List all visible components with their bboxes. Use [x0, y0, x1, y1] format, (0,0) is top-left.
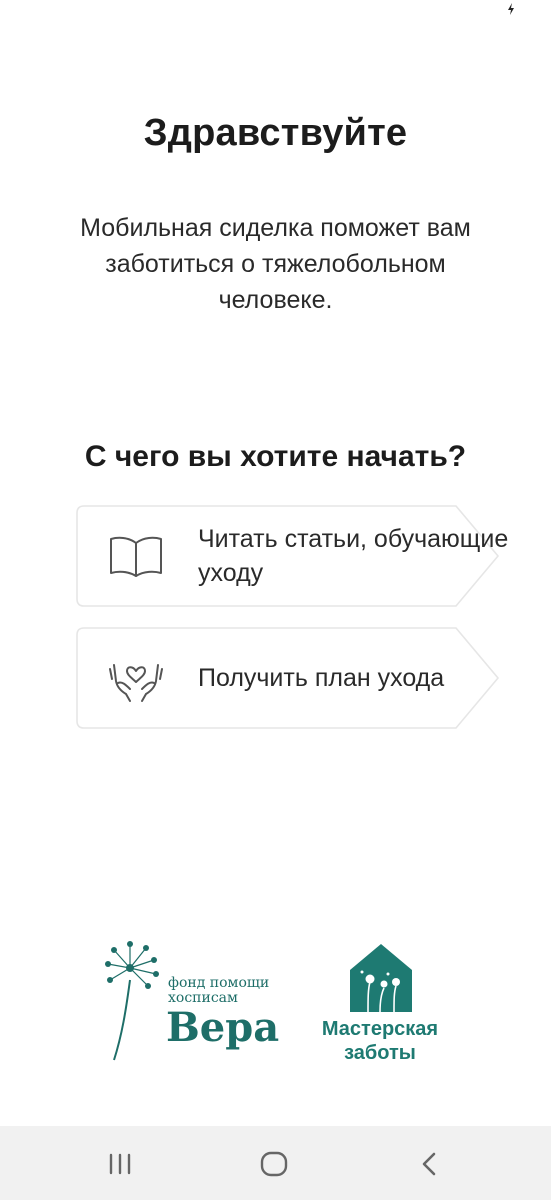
page-title: Здравствуйте [143, 112, 408, 154]
house-icon [350, 944, 412, 1012]
back-icon[interactable] [414, 1148, 446, 1180]
master-zaboty-logo: Мастерская заботы [306, 944, 454, 1069]
charging-icon [508, 3, 514, 15]
intro-text: Мобильная сиделка поможет вам заботиться… [80, 214, 471, 314]
vera-logo: фонд помощи хосписам Вера [100, 940, 290, 1065]
home-icon[interactable] [258, 1148, 290, 1180]
master-line2: заботы [344, 1042, 416, 1064]
read-articles-label: Читать статьи, обучающие уходу [198, 525, 509, 587]
start-question: С чего вы хотите начать? [84, 440, 467, 473]
vera-fund-text: фонд помощи [168, 975, 270, 991]
recent-apps-icon[interactable] [104, 1148, 136, 1180]
vera-name: Вера [166, 1004, 280, 1051]
partner-logos: фонд помощи хосписам Вера Мастерская заб… [0, 940, 551, 1070]
system-navigation-bar [0, 1126, 551, 1200]
status-bar [0, 0, 551, 20]
master-line1: Мастерская [321, 1018, 439, 1040]
get-care-plan-label: Получить план ухода [198, 664, 445, 692]
book-icon [110, 536, 162, 577]
read-articles-button[interactable]: Читать статьи, обучающие уходу [76, 505, 508, 607]
get-care-plan-button[interactable]: Получить план ухода [76, 627, 500, 729]
dandelion-icon [105, 941, 159, 1061]
caring-hands-icon [109, 664, 163, 702]
